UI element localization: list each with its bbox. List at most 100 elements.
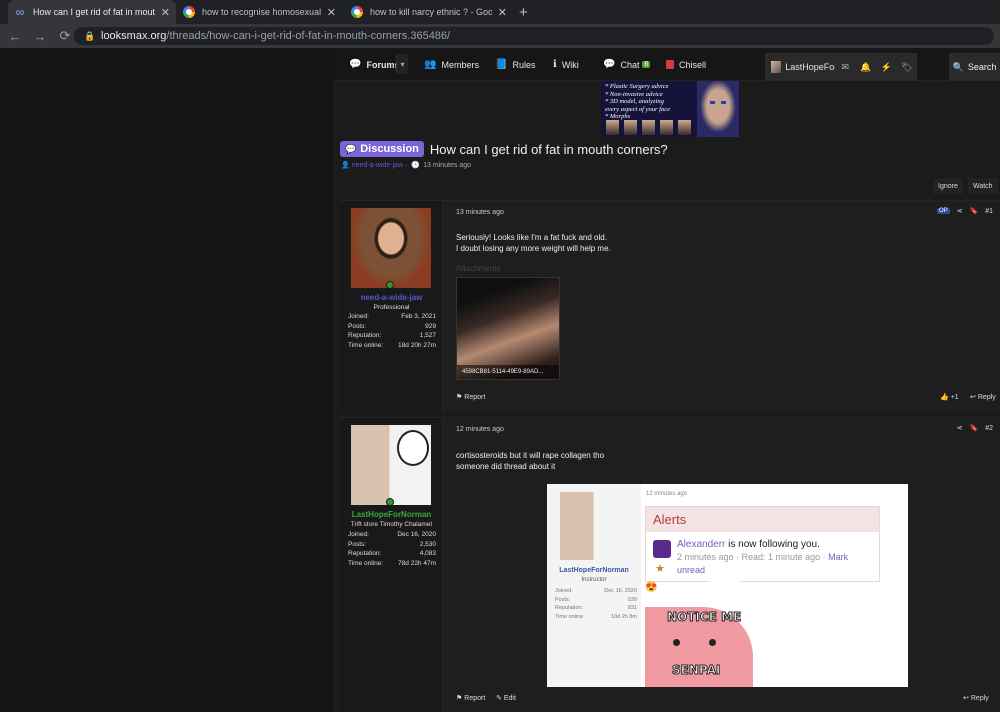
share-icon[interactable]: ⋖ xyxy=(957,207,963,215)
left-blank-area xyxy=(0,48,333,712)
browser-tab-3[interactable]: how to kill narcy ethnic ? - Goog ✕ xyxy=(345,0,513,24)
report-link[interactable]: ⚑ Report xyxy=(456,694,486,703)
post-username[interactable]: need-a-wide-jaw xyxy=(340,293,443,302)
new-tab-button[interactable]: + xyxy=(519,4,528,21)
post-number[interactable]: #1 xyxy=(985,208,993,215)
senpai-meme: NOTICE ME SENPAI xyxy=(645,607,753,687)
share-icon[interactable]: ⋖ xyxy=(957,424,963,432)
tab-title: how to kill narcy ethnic ? - Goog xyxy=(370,7,492,17)
avatar[interactable] xyxy=(351,425,431,505)
edit-label: Edit xyxy=(503,694,516,702)
play-icon[interactable] xyxy=(709,564,745,604)
emoji-icon: 😍 xyxy=(645,582,658,593)
browser-tab-1[interactable]: ∞ How can I get rid of fat in mouth ✕ xyxy=(8,0,176,24)
browser-tab-2[interactable]: how to recognise homosexuality ✕ xyxy=(177,0,342,24)
post-1: need-a-wide-jaw Professional Joined: Feb … xyxy=(340,200,1000,413)
search-label: Search xyxy=(967,62,997,72)
bell-icon[interactable]: 🔔 xyxy=(855,62,876,73)
watch-button[interactable]: Watch xyxy=(968,178,998,194)
post-2: LastHopeForNorman Trift store Timothy Ch… xyxy=(340,417,1000,712)
nav-members[interactable]: 👥 Members xyxy=(424,48,479,81)
stat-label: Time online: xyxy=(348,559,384,567)
post-username[interactable]: LastHopeForNorman xyxy=(340,510,443,519)
nav-rules[interactable]: 📘 Rules xyxy=(495,48,535,81)
nav-forums[interactable]: 💬 Forums xyxy=(349,48,399,81)
edit-link[interactable]: ✎ Edit xyxy=(496,694,516,703)
reply-label: Reply xyxy=(977,393,996,401)
post-user-pane: need-a-wide-jaw Professional Joined: Feb … xyxy=(340,201,443,413)
bolt-icon[interactable]: ⚡ xyxy=(876,62,897,73)
post-user-pane: LastHopeForNorman Trift store Timothy Ch… xyxy=(340,418,443,712)
reply-label: Reply xyxy=(970,694,989,702)
post-body: Seriously! Looks like I'm a fat fuck and… xyxy=(456,232,611,254)
close-icon[interactable]: ✕ xyxy=(161,6,170,19)
op-badge: OP xyxy=(936,208,950,214)
reaction-count[interactable]: 👍 +1 xyxy=(940,393,959,402)
alert-meta: 2 minutes ago · Read: 1 minute ago · xyxy=(677,552,829,562)
stat-value: 1,527 xyxy=(419,332,436,339)
reply-link[interactable]: ↩ Reply xyxy=(963,694,989,703)
nav-chisell[interactable]: Chisell xyxy=(666,48,706,81)
banner-line: * Plastic Surgery advice xyxy=(605,83,669,90)
reload-icon[interactable]: ⟳ xyxy=(55,28,75,44)
search-button[interactable]: 🔍 Search xyxy=(949,53,1000,81)
stat-value: 2,530 xyxy=(419,540,436,548)
thread-author-link[interactable]: need-a-wide-jaw xyxy=(352,162,403,169)
users-icon: 👥 xyxy=(424,59,437,70)
post-date[interactable]: 13 minutes ago xyxy=(456,209,504,216)
stat-label: Reputation: xyxy=(555,605,584,611)
post-user-title: Trift store Timothy Chalamet xyxy=(350,521,433,528)
post-date[interactable]: 12 minutes ago xyxy=(456,426,504,433)
reply-icon: ↩ xyxy=(963,695,969,702)
forward-icon[interactable]: → xyxy=(30,29,50,44)
user-menu[interactable]: LastHopeFor... ✉ 🔔 ⚡ 🏷 xyxy=(765,53,917,81)
stat-label: Posts: xyxy=(348,322,367,330)
post-line: someone did thread about it xyxy=(456,462,556,471)
post-line: I doubt losing any more weight will help… xyxy=(456,244,611,253)
banner-ad[interactable]: * Plastic Surgery advice * Non-invasive … xyxy=(601,81,740,137)
nav-forums-label: Forums xyxy=(366,59,400,70)
report-label: Report xyxy=(464,694,486,702)
tag-icon[interactable]: 🏷 xyxy=(896,62,917,73)
thread-time: 13 minutes ago xyxy=(423,161,472,169)
post-line: Seriously! Looks like I'm a fat fuck and… xyxy=(456,233,607,242)
bookmark-icon[interactable]: 🔖 xyxy=(969,207,978,215)
reply-link[interactable]: ↩ Reply xyxy=(970,393,996,402)
post-number[interactable]: #2 xyxy=(985,425,993,432)
clock-icon: 🕒 xyxy=(411,162,421,169)
inbox-icon[interactable]: ✉ xyxy=(835,62,856,73)
star-icon: ★ xyxy=(655,563,665,575)
stat-value: 929 xyxy=(425,322,436,330)
stat-value: 831 xyxy=(627,605,637,611)
forums-dropdown-toggle[interactable]: ▾ xyxy=(396,54,408,74)
close-icon[interactable]: ✕ xyxy=(498,6,507,19)
avatar[interactable] xyxy=(351,208,431,288)
nav-wiki[interactable]: ℹ Wiki xyxy=(553,48,579,81)
close-icon[interactable]: ✕ xyxy=(327,6,336,19)
banner-thumbnails xyxy=(606,120,691,135)
chevron-down-icon: ▾ xyxy=(400,59,405,69)
thumbs-up-icon: 👍 xyxy=(940,394,949,401)
ignore-button[interactable]: Ignore xyxy=(933,178,963,194)
nav-chat[interactable]: 💬 Chat 6 xyxy=(603,48,651,81)
alert-user: Alexanderr xyxy=(677,539,726,550)
chisell-icon xyxy=(666,60,674,69)
back-icon[interactable]: ← xyxy=(5,29,25,44)
comments-icon: 💬 xyxy=(345,143,357,154)
embed-date: 12 minutes ago xyxy=(646,491,688,497)
embedded-video[interactable]: LastHopeForNorman Instructor Joined: Dec … xyxy=(547,484,908,687)
chat-count-badge: 6 xyxy=(642,61,651,68)
thread-title: How can I get rid of fat in mouth corner… xyxy=(429,141,668,157)
pencil-icon: ✎ xyxy=(496,695,502,702)
report-link[interactable]: ⚑ Report xyxy=(456,393,485,402)
reply-icon: ↩ xyxy=(970,394,976,401)
google-icon xyxy=(351,6,363,18)
banner-line: * Non-invasive advice xyxy=(605,90,663,98)
embed-alerts-panel: Alerts Alexanderr is now following you. … xyxy=(645,506,880,582)
attachment-image[interactable]: 4598CB81-5114-49E9-89AD... xyxy=(456,277,560,380)
avatar xyxy=(560,492,630,560)
forum-page: 💬 Forums ▾ 👥 Members 📘 Rules ℹ Wiki 💬 Ch… xyxy=(333,48,1000,712)
bookmark-icon[interactable]: 🔖 xyxy=(969,424,978,432)
thread-prefix-badge[interactable]: 💬 Discussion xyxy=(340,141,424,157)
address-bar[interactable]: 🔒 looksmax.org/threads/how-can-i-get-rid… xyxy=(74,27,994,45)
